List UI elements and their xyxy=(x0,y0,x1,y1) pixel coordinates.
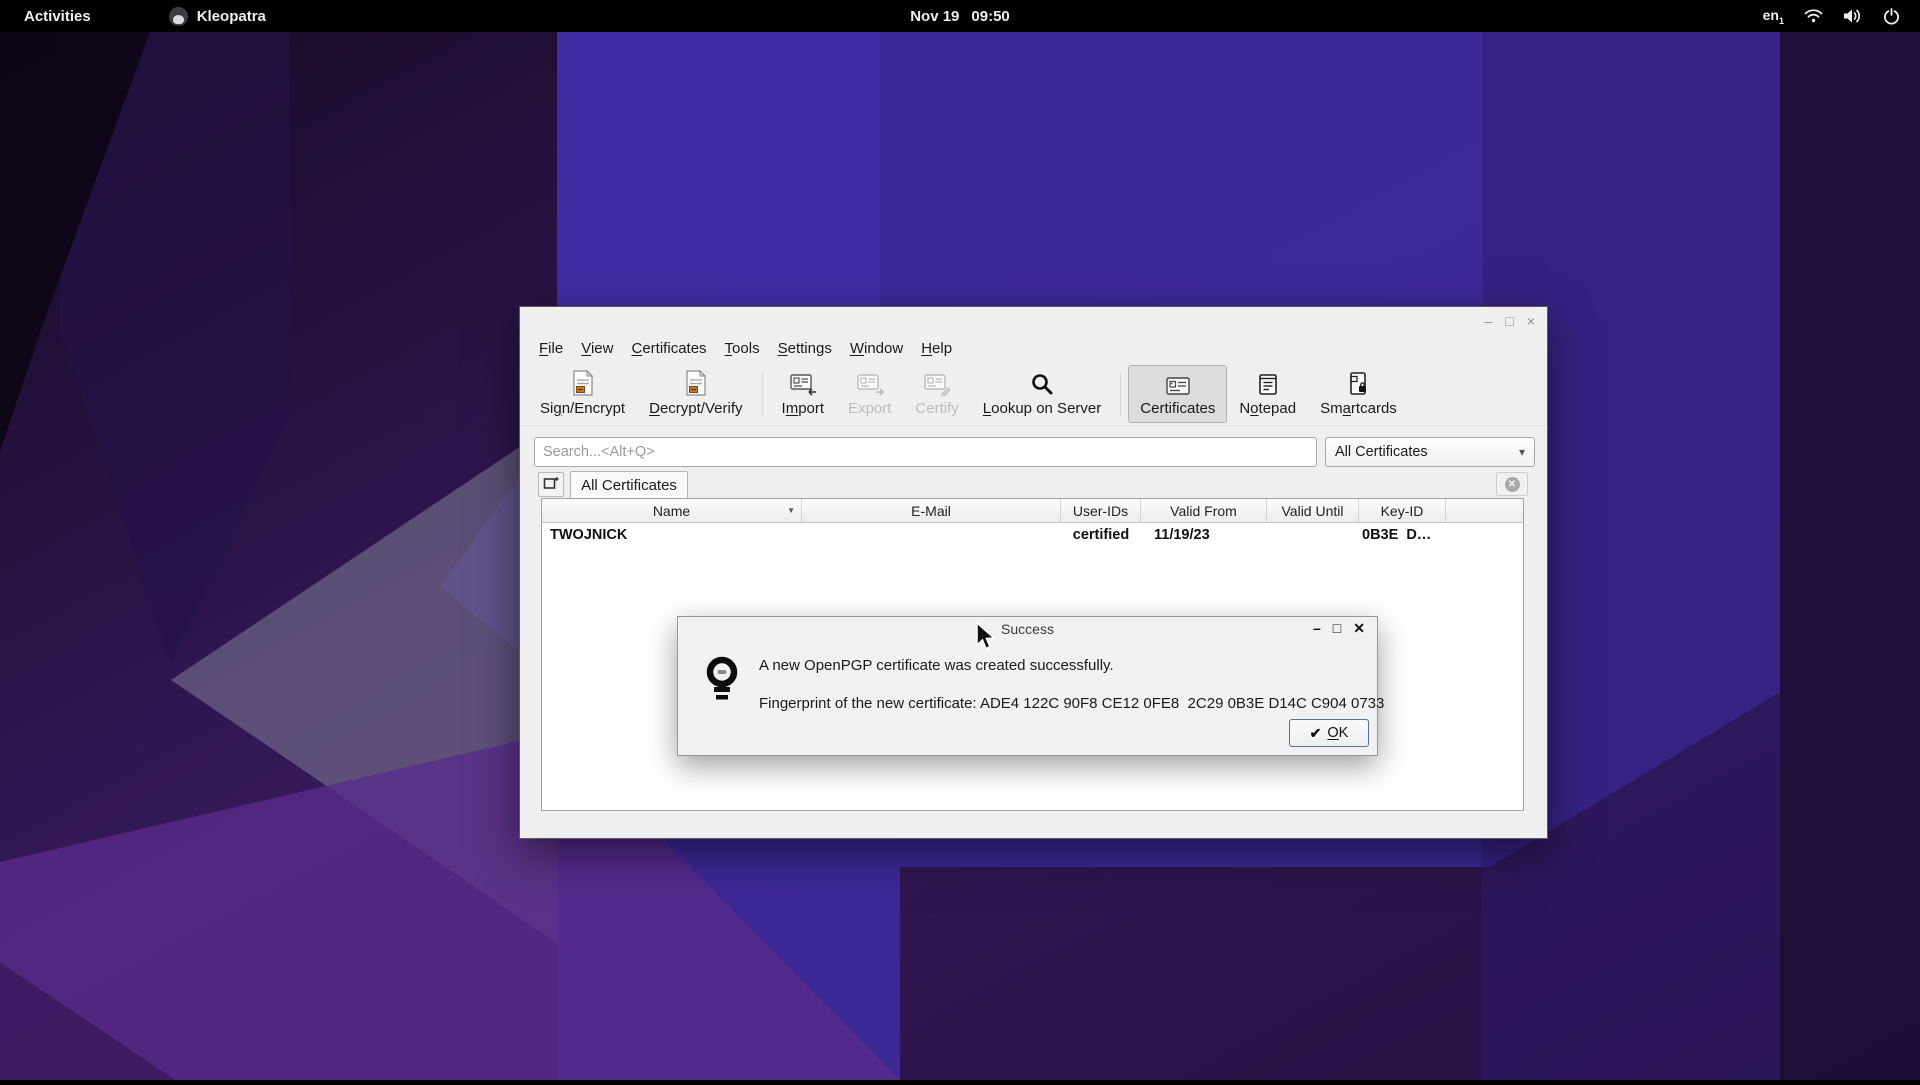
smartcard-icon xyxy=(1348,371,1368,396)
dialog-message: A new OpenPGP certificate was created su… xyxy=(759,657,1114,674)
kleopatra-window: – □ × File View Certificates Tools Setti… xyxy=(519,306,1548,839)
column-header-email[interactable]: E-Mail xyxy=(802,499,1061,522)
menu-tools[interactable]: Tools xyxy=(716,338,769,359)
menu-help[interactable]: Help xyxy=(912,338,961,359)
notepad-icon xyxy=(1257,371,1279,396)
minimize-icon[interactable]: – xyxy=(1485,314,1493,328)
cell-key-id: 0B3E D… xyxy=(1359,527,1446,543)
ok-button[interactable]: ✔ OK xyxy=(1289,719,1369,747)
dialog-close-icon[interactable]: ✕ xyxy=(1353,621,1365,635)
table-header: Name ▼ E-Mail User-IDs Valid From Valid … xyxy=(542,499,1523,523)
tab-all-certificates[interactable]: All Certificates xyxy=(570,471,688,498)
ok-label: OK xyxy=(1327,725,1348,741)
certificate-filter-dropdown[interactable]: All Certificates ▾ xyxy=(1325,437,1535,467)
decrypt-verify-button[interactable]: Decrypt/Verify xyxy=(637,365,754,423)
sign-encrypt-label: Sign/Encrypt xyxy=(540,400,625,417)
system-status-area[interactable]: en1 xyxy=(1763,0,1900,32)
table-row[interactable]: TWOJNICK certified 11/19/23 0B3E D… xyxy=(542,523,1523,547)
card-certify-icon xyxy=(923,371,951,396)
notepad-button[interactable]: Notepad xyxy=(1227,365,1308,423)
dialog-maximize-icon[interactable]: □ xyxy=(1333,621,1341,635)
lookup-on-server-button[interactable]: Lookup on Server xyxy=(971,365,1113,423)
clock-date: Nov 19 xyxy=(910,8,959,25)
toolbar: Sign/Encrypt Decrypt/Verify xyxy=(520,362,1547,426)
tab-label: All Certificates xyxy=(581,477,677,494)
import-button[interactable]: Import xyxy=(770,365,837,423)
menu-certificates[interactable]: Certificates xyxy=(622,338,715,359)
document-verify-icon xyxy=(685,370,707,396)
sign-encrypt-button[interactable]: Sign/Encrypt xyxy=(528,365,637,423)
import-label: Import xyxy=(782,400,825,417)
lookup-on-server-label: Lookup on Server xyxy=(983,400,1101,417)
column-header-name[interactable]: Name ▼ xyxy=(542,499,802,522)
window-controls: – □ × xyxy=(1485,314,1535,328)
tab-bar: All Certificates ✕ xyxy=(520,471,1547,498)
dialog-window-controls: – □ ✕ xyxy=(1313,621,1365,635)
column-header-user-ids[interactable]: User-IDs xyxy=(1061,499,1141,522)
gnome-top-bar: Activities Kleopatra Nov 19 09:50 en1 xyxy=(0,0,1920,32)
column-header-valid-from[interactable]: Valid From xyxy=(1141,499,1267,522)
document-sign-icon xyxy=(572,370,594,396)
focused-app-indicator[interactable]: Kleopatra xyxy=(169,7,266,26)
clock-time: 09:50 xyxy=(971,8,1009,25)
kleopatra-app-icon xyxy=(169,7,188,26)
close-icon[interactable]: × xyxy=(1527,314,1535,328)
focused-app-name: Kleopatra xyxy=(197,8,266,25)
menu-view[interactable]: View xyxy=(572,338,622,359)
export-label: Export xyxy=(848,400,891,417)
power-icon[interactable] xyxy=(1883,8,1900,25)
menu-settings[interactable]: Settings xyxy=(769,338,841,359)
menu-file[interactable]: File xyxy=(530,338,572,359)
sort-descending-icon: ▼ xyxy=(787,506,795,515)
chevron-down-icon: ▾ xyxy=(1519,445,1525,459)
column-header-valid-until[interactable]: Valid Until xyxy=(1267,499,1359,522)
dialog-minimize-icon[interactable]: – xyxy=(1313,621,1321,635)
column-header-filler xyxy=(1446,499,1523,522)
dialog-fingerprint: Fingerprint of the new certificate: ADE4… xyxy=(759,695,1384,712)
notepad-label: Notepad xyxy=(1239,400,1296,417)
smartcards-label: Smartcards xyxy=(1320,400,1397,417)
menu-bar: File View Certificates Tools Settings Wi… xyxy=(520,335,1547,362)
cell-user-ids: certified xyxy=(1061,527,1141,543)
new-tab-icon xyxy=(543,476,559,494)
keyboard-layout-indicator[interactable]: en1 xyxy=(1763,7,1784,26)
certificates-view-label: Certificates xyxy=(1140,400,1215,417)
maximize-icon[interactable]: □ xyxy=(1505,314,1513,328)
close-tab-button[interactable]: ✕ xyxy=(1496,472,1528,496)
card-id-icon xyxy=(1165,371,1191,396)
export-button[interactable]: Export xyxy=(836,365,903,423)
decrypt-verify-label: Decrypt/Verify xyxy=(649,400,742,417)
search-input[interactable] xyxy=(534,437,1317,467)
activities-button[interactable]: Activities xyxy=(24,8,91,25)
toolbar-separator xyxy=(1120,372,1121,416)
new-tab-button[interactable] xyxy=(538,472,564,497)
success-dialog: Success – □ ✕ A new OpenPGP certificate … xyxy=(677,616,1378,756)
toolbar-separator xyxy=(762,372,763,416)
column-header-key-id[interactable]: Key-ID xyxy=(1359,499,1446,522)
volume-icon[interactable] xyxy=(1843,8,1863,24)
certify-button[interactable]: Certify xyxy=(903,365,970,423)
filter-value: All Certificates xyxy=(1335,444,1428,460)
cell-name: TWOJNICK xyxy=(542,527,802,543)
menu-window[interactable]: Window xyxy=(841,338,912,359)
certify-label: Certify xyxy=(915,400,958,417)
card-import-icon xyxy=(789,371,817,396)
search-icon xyxy=(1030,371,1054,396)
card-export-icon xyxy=(856,371,884,396)
wifi-icon[interactable] xyxy=(1804,8,1823,24)
smartcards-button[interactable]: Smartcards xyxy=(1308,365,1409,423)
lightbulb-icon xyxy=(703,655,741,710)
checkmark-icon: ✔ xyxy=(1310,725,1322,742)
search-row: All Certificates ▾ xyxy=(534,437,1535,467)
clock-button[interactable]: Nov 19 09:50 xyxy=(910,8,1010,25)
dialog-title: Success xyxy=(678,617,1377,641)
close-tab-icon: ✕ xyxy=(1505,477,1520,492)
certificates-view-button[interactable]: Certificates xyxy=(1128,365,1227,423)
cell-valid-from: 11/19/23 xyxy=(1141,527,1267,543)
